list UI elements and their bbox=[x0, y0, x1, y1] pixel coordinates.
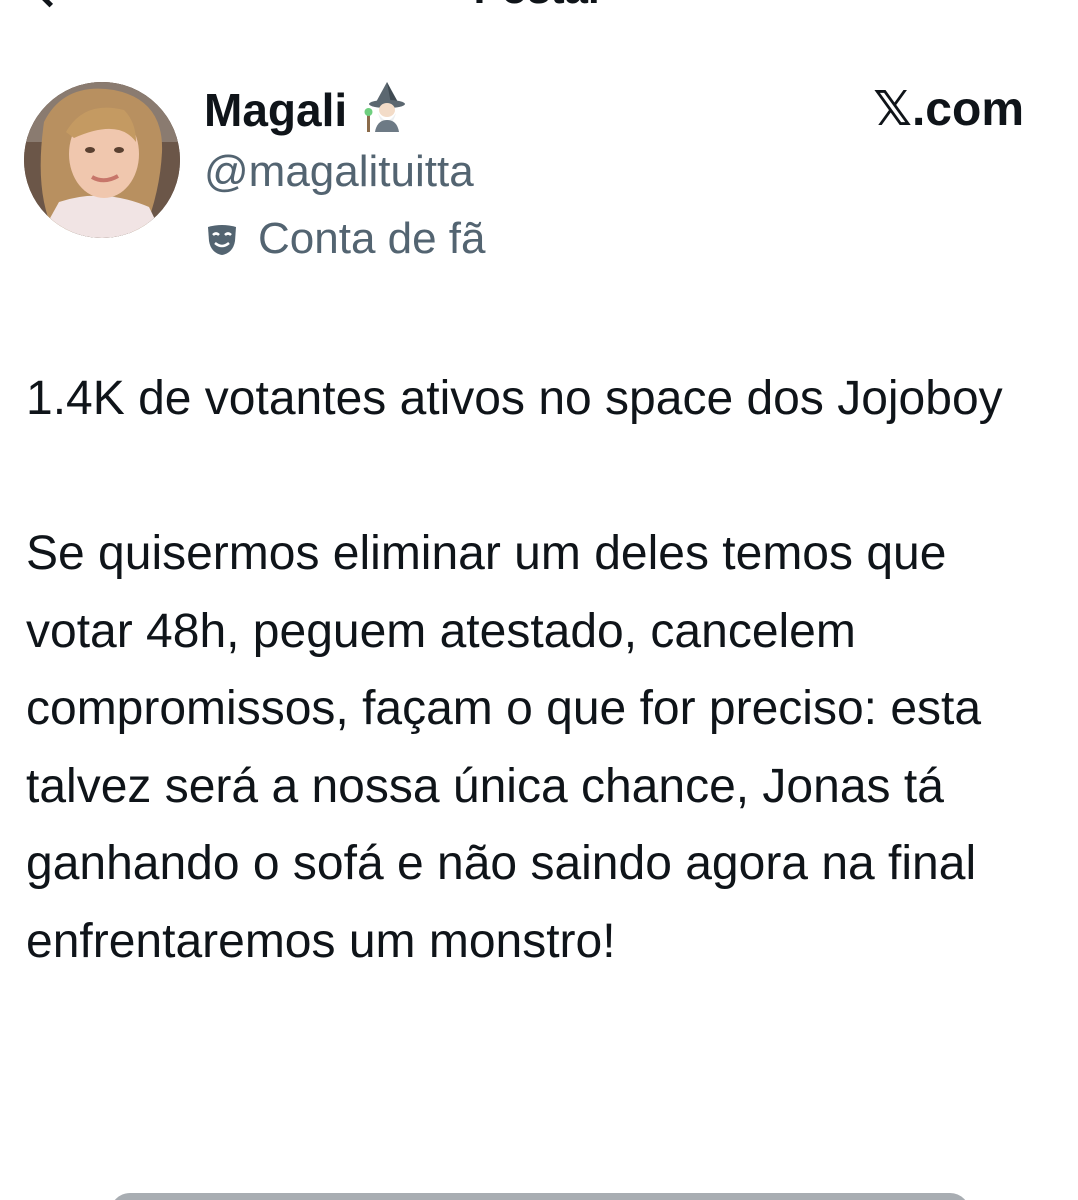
mage-icon bbox=[361, 80, 413, 143]
affiliation-text: Conta de fã bbox=[258, 214, 486, 263]
source-watermark: 𝕏.com bbox=[873, 83, 1024, 136]
avatar-photo bbox=[24, 82, 180, 238]
bottom-card-edge bbox=[110, 1193, 970, 1200]
theater-mask-icon bbox=[208, 225, 236, 255]
fan-account-label: Conta de fã bbox=[204, 212, 486, 266]
author-handle[interactable]: @magalituitta bbox=[204, 145, 474, 199]
author-name-row[interactable]: Magali bbox=[204, 80, 413, 143]
avatar[interactable] bbox=[24, 82, 180, 238]
post-paragraph: Se quisermos eliminar um deles temos que… bbox=[26, 527, 982, 968]
page-title: Postar bbox=[0, 0, 1078, 10]
author-display-name[interactable]: Magali bbox=[204, 84, 347, 136]
post-paragraph: 1.4K de votantes ativos no space dos Joj… bbox=[26, 372, 1003, 425]
post-body: 1.4K de votantes ativos no space dos Joj… bbox=[26, 360, 1036, 980]
top-navigation-bar: Postar bbox=[0, 0, 1078, 12]
